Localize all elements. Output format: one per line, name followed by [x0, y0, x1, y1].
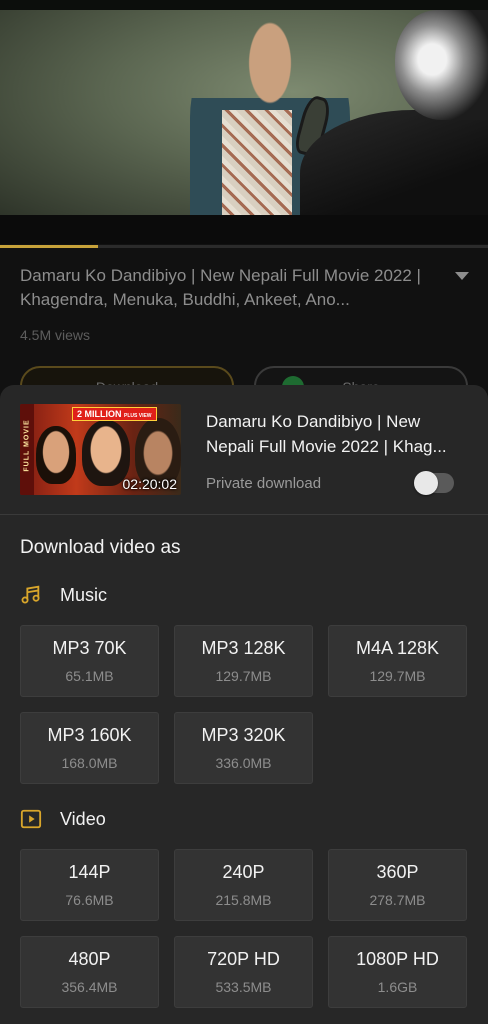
toggle-knob [414, 471, 438, 495]
option-size: 533.5MB [215, 979, 272, 995]
divider [0, 514, 488, 515]
video-option-720p-hd[interactable]: 720P HD 533.5MB [174, 936, 313, 1008]
thumbnail-side-text: FULL MOVIE [23, 419, 31, 472]
option-format: 360P [376, 862, 419, 882]
video-player[interactable] [0, 0, 488, 244]
chevron-down-icon[interactable] [455, 272, 469, 280]
option-size: 168.0MB [61, 755, 118, 771]
option-format: M4A 128K [355, 638, 440, 658]
option-size: 129.7MB [369, 668, 426, 684]
video-option-360p[interactable]: 360P 278.7MB [328, 849, 467, 921]
option-format: 480P [68, 949, 111, 969]
option-size: 76.6MB [65, 892, 114, 908]
option-size: 129.7MB [215, 668, 272, 684]
music-option-m4a-128k[interactable]: M4A 128K 129.7MB [328, 625, 467, 697]
thumbnail-side-band: FULL MOVIE [20, 404, 34, 495]
video-option-240p[interactable]: 240P 215.8MB [174, 849, 313, 921]
video-frame-shirt [222, 110, 292, 215]
option-format: 720P HD [207, 949, 280, 969]
option-format: MP3 70K [52, 638, 127, 658]
thumbnail-face [36, 426, 76, 484]
view-count: 4.5M views [20, 327, 91, 343]
sheet-video-title: Damaru Ko Dandibiyo | New Nepali Full Mo… [206, 412, 447, 456]
option-format: 144P [68, 862, 111, 882]
option-size: 65.1MB [65, 668, 114, 684]
video-thumbnail: FULL MOVIE 2 MILLION PLUS VIEW 02:20:02 [20, 404, 181, 495]
option-format: MP3 320K [201, 725, 286, 745]
download-sheet: FULL MOVIE 2 MILLION PLUS VIEW 02:20:02 … [0, 385, 488, 1024]
video-frame-helmet [395, 10, 488, 120]
music-group-label: Music [60, 585, 108, 605]
playback-progress-fill [0, 245, 98, 248]
video-option-480p[interactable]: 480P 356.4MB [20, 936, 159, 1008]
video-option-1080p-hd[interactable]: 1080P HD 1.6GB [328, 936, 467, 1008]
music-note-icon [21, 585, 40, 604]
music-option-mp3-70k[interactable]: MP3 70K 65.1MB [20, 625, 159, 697]
video-duration: 02:20:02 [122, 476, 178, 492]
music-option-mp3-320k[interactable]: MP3 320K 336.0MB [174, 712, 313, 784]
video-group-label: Video [60, 809, 106, 829]
private-download-label: Private download [206, 475, 322, 492]
option-format: 1080P HD [356, 949, 439, 969]
video-option-144p[interactable]: 144P 76.6MB [20, 849, 159, 921]
private-download-toggle[interactable] [414, 471, 454, 495]
option-format: MP3 160K [47, 725, 132, 745]
play-square-icon [20, 809, 42, 829]
thumbnail-badge-text: 2 MILLION [77, 409, 122, 419]
option-size: 278.7MB [369, 892, 426, 908]
option-size: 215.8MB [215, 892, 272, 908]
thumbnail-badge-sub: PLUS VIEW [124, 413, 152, 419]
option-format: MP3 128K [201, 638, 286, 658]
video-title: Damaru Ko Dandibiyo | New Nepali Full Mo… [20, 266, 421, 309]
option-size: 336.0MB [215, 755, 272, 771]
music-option-mp3-160k[interactable]: MP3 160K 168.0MB [20, 712, 159, 784]
option-size: 1.6GB [377, 979, 418, 995]
option-size: 356.4MB [61, 979, 118, 995]
thumbnail-badge: 2 MILLION PLUS VIEW [72, 407, 157, 421]
music-option-mp3-128k[interactable]: MP3 128K 129.7MB [174, 625, 313, 697]
option-format: 240P [222, 862, 265, 882]
download-heading: Download video as [20, 537, 181, 558]
